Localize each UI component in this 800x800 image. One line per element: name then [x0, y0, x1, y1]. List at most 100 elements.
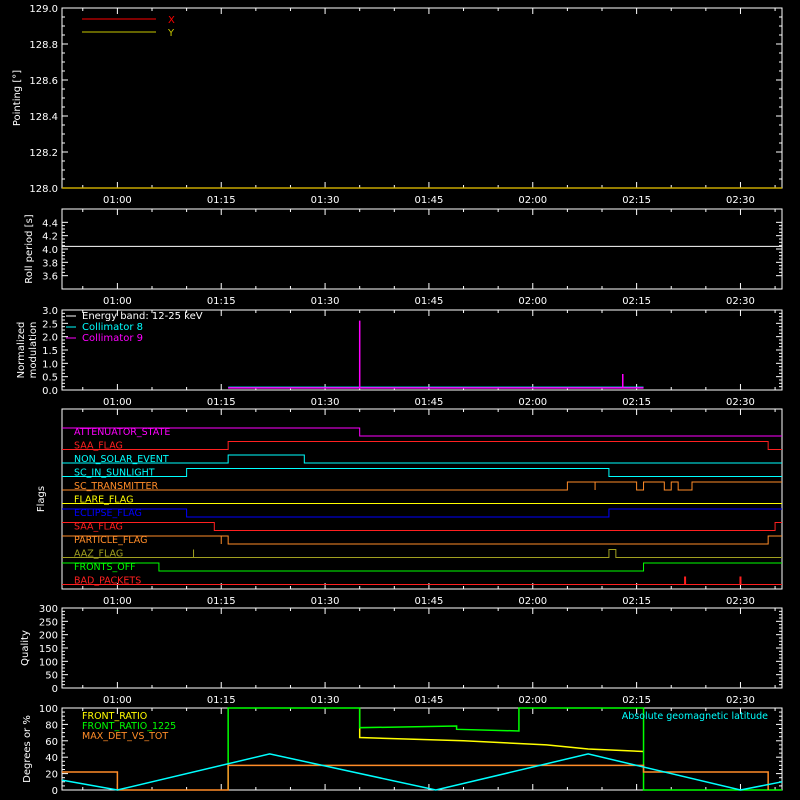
quality-time-label-2: 01:30	[311, 695, 340, 706]
roll-time-label-2: 01:30	[311, 296, 340, 307]
roll-time-label-0: 01:00	[103, 296, 132, 307]
roll-time-label-6: 02:30	[726, 296, 755, 307]
flag-trace-8	[62, 535, 782, 545]
pointing-time-label-5: 02:15	[622, 195, 651, 206]
pointing-ytick-label-1: 128.2	[29, 148, 58, 159]
modulation-legend-0: Energy band: 12-25 keV	[82, 311, 203, 322]
quality-ytick-label-6: 300	[39, 604, 58, 615]
modulation-time-label-3: 01:45	[415, 397, 444, 408]
flag-label-8: PARTICLE_FLAG	[74, 535, 147, 546]
pointing-time-label-0: 01:00	[103, 195, 132, 206]
quality-time-label-6: 02:30	[726, 695, 755, 706]
pointing-ytick-label-4: 128.8	[29, 40, 58, 51]
roll-time-label-3: 01:45	[415, 296, 444, 307]
quality-ytick-label-2: 100	[39, 657, 58, 668]
pointing-time-label-1: 01:15	[207, 195, 236, 206]
quality-time-label-1: 01:15	[207, 695, 236, 706]
flag-row-1	[62, 441, 782, 450]
flag-label-3: SC_IN_SUNLIGHT	[74, 468, 155, 479]
flag-row-6	[62, 508, 782, 518]
flag-label-0: ATTENUATOR_STATE	[74, 427, 170, 438]
roll-ytick-label-2: 4.0	[42, 245, 58, 256]
ratio-legend-2: MAX_DET_VS_TOT	[82, 731, 168, 742]
roll-frame	[61, 208, 783, 290]
modulation-ytick-label-3: 1.5	[42, 346, 58, 357]
flags-time-label-0: 01:00	[103, 596, 132, 607]
modulation-ytick-label-5: 2.5	[42, 319, 58, 330]
pointing-legend-0: X	[168, 15, 175, 26]
quality-ytick-label-4: 200	[39, 631, 58, 642]
quality-ylabel: Quality	[20, 630, 31, 666]
flag-trace-4	[62, 481, 782, 491]
roll-ytick-label-0: 3.6	[42, 272, 58, 283]
modulation-ytick-label-0: 0.0	[42, 386, 58, 397]
flag-row-9	[62, 549, 782, 558]
axis-labels: 01:00 01:15 01:30 01:45 02:00 02:15 02:30 01:00…	[12, 4, 755, 797]
quality-ytick-label-1: 50	[45, 671, 58, 682]
flag-trace-7	[62, 522, 782, 531]
flag-row-3	[62, 468, 782, 477]
ratio-ytick-label-1: 20	[45, 770, 58, 781]
pointing-time-label-4: 02:00	[518, 195, 547, 206]
flag-row-10	[62, 562, 782, 572]
flags-ylabel: Flags	[36, 486, 47, 512]
flag-row-7	[62, 522, 782, 531]
quality-frame	[61, 607, 783, 689]
flag-label-6: ECLIPSE_FLAG	[74, 508, 142, 519]
roll-time-label-4: 02:00	[518, 296, 547, 307]
ratio-ytick-label-4: 80	[45, 720, 58, 731]
modulation-ytick-label-4: 2.0	[42, 333, 58, 344]
roll-time-label-1: 01:15	[207, 296, 236, 307]
pointing-time-label-3: 01:45	[415, 195, 444, 206]
pointing-ytick-label-5: 129.0	[29, 4, 58, 15]
flag-trace-9	[62, 549, 782, 558]
orbit-summary-plot: 01:00 01:15 01:30 01:45 02:00 02:15 02:30 01:00…	[0, 0, 800, 800]
flag-label-11: BAD_PACKETS	[74, 576, 141, 587]
quality-time-label-0: 01:00	[103, 695, 132, 706]
modulation-ytick-label-1: 0.5	[42, 373, 58, 384]
flag-label-2: NON_SOLAR_EVENT	[74, 454, 169, 465]
legends: XY Energy band: 12-25 keVCollimator 8Coll…	[66, 15, 768, 742]
flag-label-4: SC_TRANSMITTER	[74, 481, 159, 492]
flag-label-10: FRONTS_OFF	[74, 562, 136, 573]
flag-row-11	[62, 576, 782, 585]
flags-time-label-4: 02:00	[518, 596, 547, 607]
roll-time-label-5: 02:15	[622, 296, 651, 307]
flag-trace-2	[62, 454, 782, 464]
ratio-series-0	[358, 708, 644, 753]
roll-ylabel: Roll period [s]	[24, 214, 35, 283]
modulation-time-label-1: 01:15	[207, 397, 236, 408]
modulation-frame	[61, 309, 783, 391]
modulation-ytick-label-2: 1.0	[42, 359, 58, 370]
pointing-legend-1: Y	[167, 28, 175, 39]
flag-trace-3	[62, 468, 782, 477]
pointing-ylabel: Pointing [°]	[12, 70, 23, 126]
flag-label-7: SAA_FLAG	[74, 522, 123, 533]
roll-ytick-label-3: 4.2	[42, 232, 58, 243]
ratio-ytick-label-2: 40	[45, 753, 58, 764]
pointing-time-label-2: 01:30	[311, 195, 340, 206]
pointing-ytick-label-3: 128.6	[29, 76, 58, 87]
flag-trace-1	[62, 441, 782, 450]
quality-time-label-5: 02:15	[622, 695, 651, 706]
quality-ytick-label-5: 250	[39, 617, 58, 628]
flag-row-2	[62, 454, 782, 464]
quality-ytick-label-0: 0	[52, 684, 58, 695]
flags-time-label-6: 02:30	[726, 596, 755, 607]
modulation-time-label-0: 01:00	[103, 397, 132, 408]
flag-row-8	[62, 535, 782, 545]
modulation-ytick-label-6: 3.0	[42, 306, 58, 317]
flags-time-label-1: 01:15	[207, 596, 236, 607]
pointing-time-label-6: 02:30	[726, 195, 755, 206]
flags-time-label-2: 01:30	[311, 596, 340, 607]
flag-trace-6	[62, 508, 782, 518]
modulation-time-label-5: 02:15	[622, 397, 651, 408]
modulation-time-label-4: 02:00	[518, 397, 547, 408]
flag-label-9: AAZ_FLAG	[74, 549, 123, 560]
quality-ytick-label-3: 150	[39, 644, 58, 655]
modulation-ylabel-1: Normalized	[16, 322, 27, 379]
flag-row-4	[62, 481, 782, 491]
roll-ytick-label-1: 3.8	[42, 258, 58, 269]
pointing-ytick-label-2: 128.4	[29, 112, 58, 123]
flags-time-label-5: 02:15	[622, 596, 651, 607]
